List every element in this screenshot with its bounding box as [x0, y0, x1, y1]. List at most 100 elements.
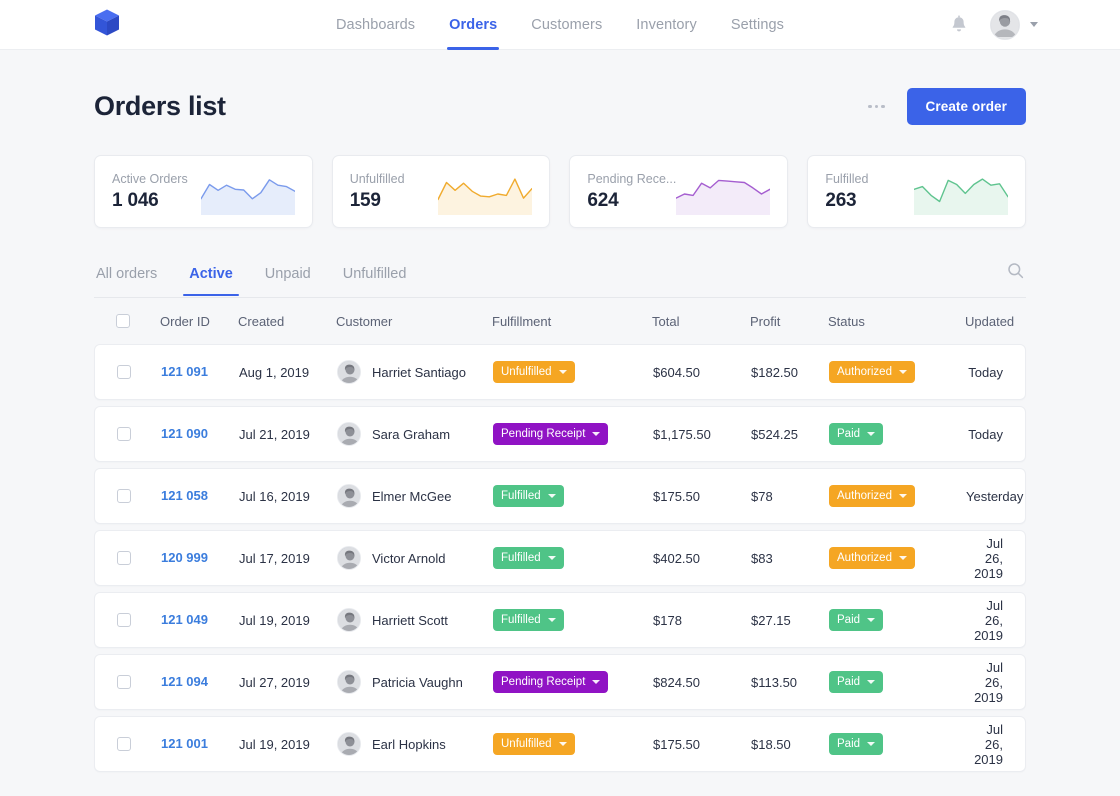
top-navigation-bar: Dashboards Orders Customers Inventory Se… — [0, 0, 1120, 50]
stat-label: Unfulfilled — [349, 171, 405, 186]
fulfillment-cell: Pending Receipt — [493, 423, 653, 445]
chevron-down-icon — [898, 494, 907, 498]
created-date: Jul 21, 2019 — [239, 426, 310, 442]
table-row[interactable]: 121 049 Jul 19, 2019 Harriett Scott Fulfill… — [94, 592, 1026, 648]
chevron-down-icon — [898, 556, 907, 560]
nav-label: Orders — [449, 16, 498, 33]
fulfillment-cell: Fulfilled — [493, 485, 653, 507]
row-checkbox-cell — [117, 737, 161, 751]
table-row[interactable]: 121 058 Jul 16, 2019 Elmer McGee Fulfilled $… — [94, 468, 1026, 524]
order-id-link[interactable]: 121 091 — [161, 364, 208, 379]
updated-date: Jul 26, 2019 — [974, 721, 1003, 767]
status-cell: Paid — [829, 671, 966, 693]
table-row[interactable]: 121 090 Jul 21, 2019 Sara Graham Pending Re… — [94, 406, 1026, 462]
nav-label: Customers — [531, 16, 603, 33]
cube-logo-icon[interactable] — [94, 8, 120, 41]
row-checkbox[interactable] — [117, 613, 131, 627]
row-checkbox-cell — [117, 675, 161, 689]
row-checkbox[interactable] — [117, 427, 131, 441]
total-amount: $175.50 — [653, 736, 700, 752]
nav-item-settings[interactable]: Settings — [729, 0, 786, 50]
column-header-status[interactable]: Status — [828, 314, 965, 329]
fulfillment-status-dropdown-label: Fulfilled — [501, 614, 541, 626]
customer-name: Harriet Santiago — [372, 364, 466, 380]
payment-status-dropdown[interactable]: Authorized — [829, 361, 915, 383]
chevron-down-icon — [867, 680, 876, 684]
tab-active[interactable]: Active — [183, 260, 239, 296]
updated-date: Yesterday — [966, 488, 1024, 504]
total-amount: $824.50 — [653, 674, 700, 690]
table-row[interactable]: 121 091 Aug 1, 2019 Harriet Santiago Unfulf… — [94, 344, 1026, 400]
nav-item-orders[interactable]: Orders — [447, 0, 500, 50]
header-actions: Create order — [862, 88, 1026, 125]
fulfillment-status-dropdown[interactable]: Pending Receipt — [493, 671, 609, 693]
tab-unpaid[interactable]: Unpaid — [263, 260, 313, 295]
table-row[interactable]: 121 001 Jul 19, 2019 Earl Hopkins Unfulfill… — [94, 716, 1026, 772]
fulfillment-status-dropdown[interactable]: Fulfilled — [493, 609, 564, 631]
notification-bell-icon[interactable] — [950, 14, 968, 35]
fulfillment-status-dropdown[interactable]: Fulfilled — [493, 547, 564, 569]
fulfillment-status-dropdown-label: Pending Receipt — [501, 676, 586, 688]
order-id-link[interactable]: 121 094 — [161, 674, 208, 689]
stat-card-pending-receipt[interactable]: Pending Rece... 624 — [569, 155, 789, 228]
profit-amount: $182.50 — [751, 364, 798, 380]
column-header-profit[interactable]: Profit — [750, 314, 828, 329]
fulfillment-status-dropdown[interactable]: Fulfilled — [493, 485, 564, 507]
row-checkbox[interactable] — [117, 489, 131, 503]
row-checkbox[interactable] — [117, 551, 131, 565]
payment-status-dropdown[interactable]: Authorized — [829, 485, 915, 507]
row-checkbox[interactable] — [117, 675, 131, 689]
column-header-total[interactable]: Total — [652, 314, 750, 329]
stat-value: 1 046 — [112, 189, 159, 211]
column-header-order-id[interactable]: Order ID — [160, 314, 238, 329]
more-options-icon[interactable] — [862, 97, 891, 117]
tab-all-orders[interactable]: All orders — [94, 260, 159, 295]
column-header-customer[interactable]: Customer — [336, 314, 492, 329]
row-checkbox[interactable] — [117, 365, 131, 379]
customer-name: Victor Arnold — [372, 550, 446, 566]
fulfillment-status-dropdown[interactable]: Pending Receipt — [493, 423, 609, 445]
payment-status-dropdown[interactable]: Paid — [829, 423, 884, 445]
table-row[interactable]: 120 999 Jul 17, 2019 Victor Arnold Fulfille… — [94, 530, 1026, 586]
order-id-link[interactable]: 120 999 — [161, 550, 208, 565]
stat-card-unfulfilled[interactable]: Unfulfilled 159 — [331, 155, 551, 228]
stat-card-fulfilled[interactable]: Fulfilled 263 — [807, 155, 1027, 228]
customer-avatar — [337, 732, 361, 756]
status-cell: Paid — [829, 733, 966, 755]
payment-status-dropdown[interactable]: Authorized — [829, 547, 915, 569]
customer-cell: Harriett Scott — [337, 608, 493, 632]
select-all-checkbox[interactable] — [116, 314, 130, 328]
order-id-link[interactable]: 121 049 — [161, 612, 208, 627]
tab-unfulfilled[interactable]: Unfulfilled — [341, 260, 409, 295]
customer-name: Sara Graham — [372, 426, 451, 442]
payment-status-dropdown[interactable]: Paid — [829, 609, 884, 631]
nav-item-dashboards[interactable]: Dashboards — [334, 0, 417, 50]
stat-card-active-orders[interactable]: Active Orders 1 046 — [94, 155, 313, 228]
chevron-down-icon — [867, 618, 876, 622]
sparkline-chart-active-orders — [199, 169, 296, 215]
payment-status-dropdown[interactable]: Paid — [829, 733, 884, 755]
row-checkbox[interactable] — [117, 737, 131, 751]
nav-item-inventory[interactable]: Inventory — [634, 0, 699, 50]
fulfillment-status-dropdown-label: Pending Receipt — [501, 428, 586, 440]
user-menu[interactable] — [990, 9, 1038, 40]
column-header-created[interactable]: Created — [238, 314, 336, 329]
table-row[interactable]: 121 094 Jul 27, 2019 Patricia Vaughn Pendin… — [94, 654, 1026, 710]
order-id-link[interactable]: 121 001 — [161, 736, 208, 751]
column-header-fulfillment[interactable]: Fulfillment — [492, 314, 652, 329]
fulfillment-status-dropdown[interactable]: Unfulfilled — [493, 733, 575, 755]
row-checkbox-cell — [117, 427, 161, 441]
customer-avatar — [337, 422, 361, 446]
fulfillment-status-dropdown-label: Fulfilled — [501, 490, 541, 502]
chevron-down-icon — [867, 432, 876, 436]
create-order-button[interactable]: Create order — [906, 88, 1026, 125]
search-icon[interactable] — [1005, 258, 1026, 297]
fulfillment-status-dropdown[interactable]: Unfulfilled — [493, 361, 575, 383]
order-id-link[interactable]: 121 058 — [161, 488, 208, 503]
nav-item-customers[interactable]: Customers — [529, 0, 604, 50]
column-header-updated[interactable]: Updated — [965, 314, 1014, 329]
chevron-down-icon — [547, 494, 556, 498]
sparkline-chart-fulfilled — [913, 169, 1009, 215]
order-id-link[interactable]: 121 090 — [161, 426, 208, 441]
payment-status-dropdown[interactable]: Paid — [829, 671, 884, 693]
